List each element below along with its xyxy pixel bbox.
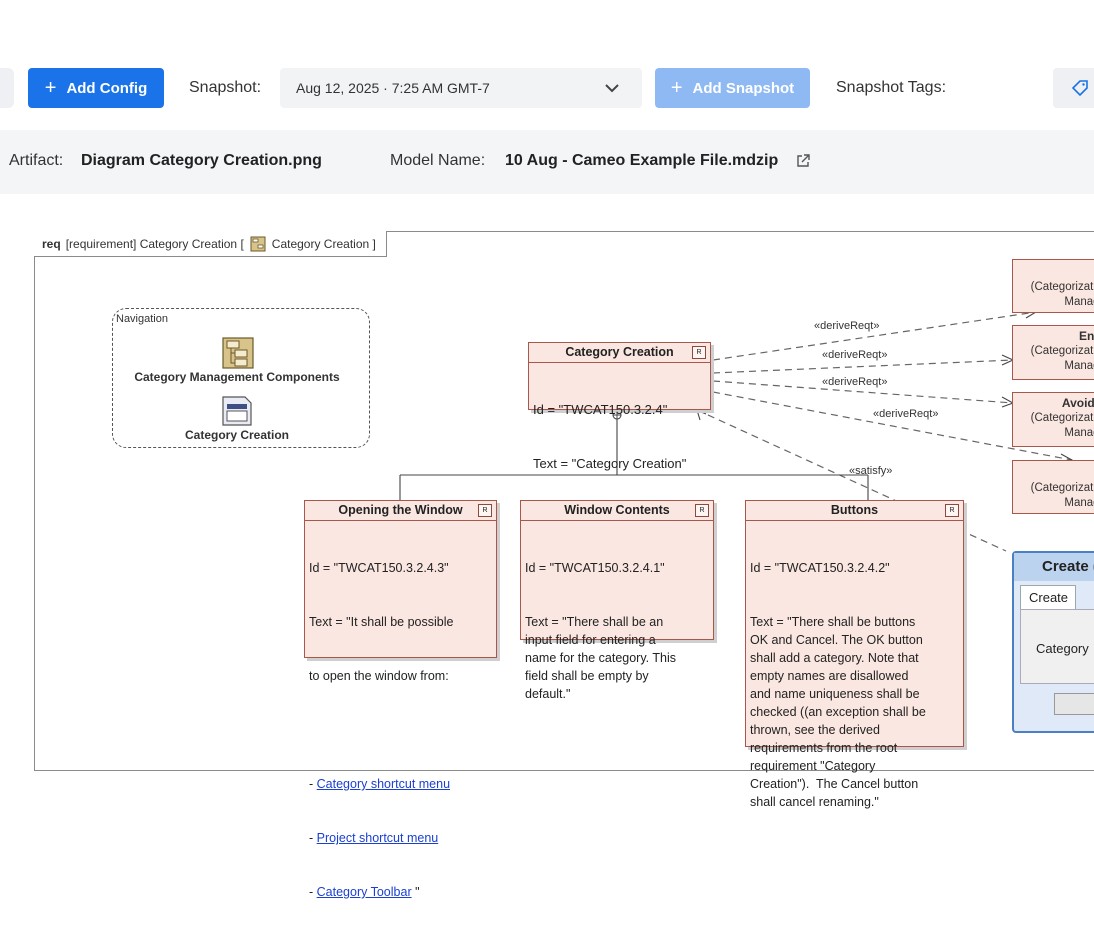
requirement-text-line1: Text = "It shall be possible <box>309 615 454 629</box>
navigation-title: Navigation <box>116 313 168 325</box>
derive-label-3: «deriveReqt» <box>822 376 888 388</box>
derived-4-line1: (Categorizat <box>1030 482 1094 494</box>
create-window-field-label: Category <box>1036 641 1089 656</box>
derived-4-line2: Manag <box>1064 497 1094 509</box>
requirement-icon: R <box>478 504 492 517</box>
derived-3-line1: (Categorizat <box>1030 412 1094 424</box>
satisfy-label: «satisfy» <box>849 465 893 477</box>
requirement-title: Opening the Window <box>338 503 463 517</box>
requirement-text-end: " <box>411 885 420 899</box>
requirement-derived-3[interactable]: Avoidi (Categorizat Manag <box>1012 392 1094 447</box>
requirement-id: Id = "TWCAT150.3.2.4.2" <box>750 561 890 575</box>
requirement-text: Text = "There shall be buttons OK and Ca… <box>750 615 926 809</box>
requirement-icon: R <box>692 346 706 359</box>
link-category-shortcut-menu[interactable]: Category shortcut menu <box>317 777 450 791</box>
derived-2-line1: (Categorizat <box>1030 345 1094 357</box>
link-category-toolbar[interactable]: Category Toolbar <box>317 885 412 899</box>
requirement-id: Id = "TWCAT150.3.2.4.1" <box>525 561 665 575</box>
requirement-text: Text = "There shall be an input field fo… <box>525 615 677 701</box>
requirement-opening-the-window[interactable]: Opening the Window R Id = "TWCAT150.3.2.4… <box>304 500 497 899</box>
requirement-window-contents[interactable]: Window Contents R Id = "TWCAT150.3.2.4.1"… <box>520 500 714 701</box>
requirement-id: Id = "TWCAT150.3.2.4" <box>533 402 668 417</box>
derived-3-title: Avoidi <box>1061 396 1094 410</box>
requirement-icon: R <box>695 504 709 517</box>
derived-3-line2: Manag <box>1064 427 1094 439</box>
derive-label-2: «deriveReqt» <box>822 349 888 361</box>
diagram-icon <box>222 396 252 426</box>
requirement-derived-4[interactable]: (Categorizat Manag <box>1012 460 1094 514</box>
derived-1-line1: (Categorizat <box>1030 281 1094 293</box>
requirement-text: Text = "Category Creation" <box>533 456 687 471</box>
requirement-id: Id = "TWCAT150.3.2.4.3" <box>309 561 449 575</box>
requirement-title: Buttons <box>830 503 879 517</box>
derived-2-title: Ens <box>1078 329 1094 343</box>
create-window-tab: Create <box>1020 585 1076 609</box>
requirement-text-line2: to open the window from: <box>309 669 449 683</box>
derive-edge-2 <box>712 359 1014 374</box>
requirement-category-creation[interactable]: Category Creation R Id = "TWCAT150.3.2.4"… <box>528 342 711 471</box>
derive-label-1: «deriveReqt» <box>814 320 880 332</box>
requirement-derived-2[interactable]: Ens (Categorizat Manag <box>1012 325 1094 380</box>
create-window-title: Create ( <box>1014 553 1094 581</box>
requirement-buttons[interactable]: Buttons R Id = "TWCAT150.3.2.4.2" Text = … <box>745 500 964 809</box>
requirement-title: Category Creation <box>565 345 674 359</box>
derived-2-line2: Manag <box>1064 360 1094 372</box>
navigation-item-components[interactable]: Category Management Components <box>112 370 362 384</box>
link-project-shortcut-menu[interactable]: Project shortcut menu <box>317 831 439 845</box>
navigation-item-category-creation[interactable]: Category Creation <box>112 428 362 442</box>
derived-1-line2: Manag <box>1064 296 1094 308</box>
derive-label-4: «deriveReqt» <box>873 408 939 420</box>
requirement-icon: R <box>945 504 959 517</box>
create-window-button <box>1054 693 1094 715</box>
requirement-derived-1[interactable]: (Categorizat Manag <box>1012 259 1094 313</box>
package-icon <box>222 337 254 369</box>
requirement-title: Window Contents <box>564 503 670 517</box>
